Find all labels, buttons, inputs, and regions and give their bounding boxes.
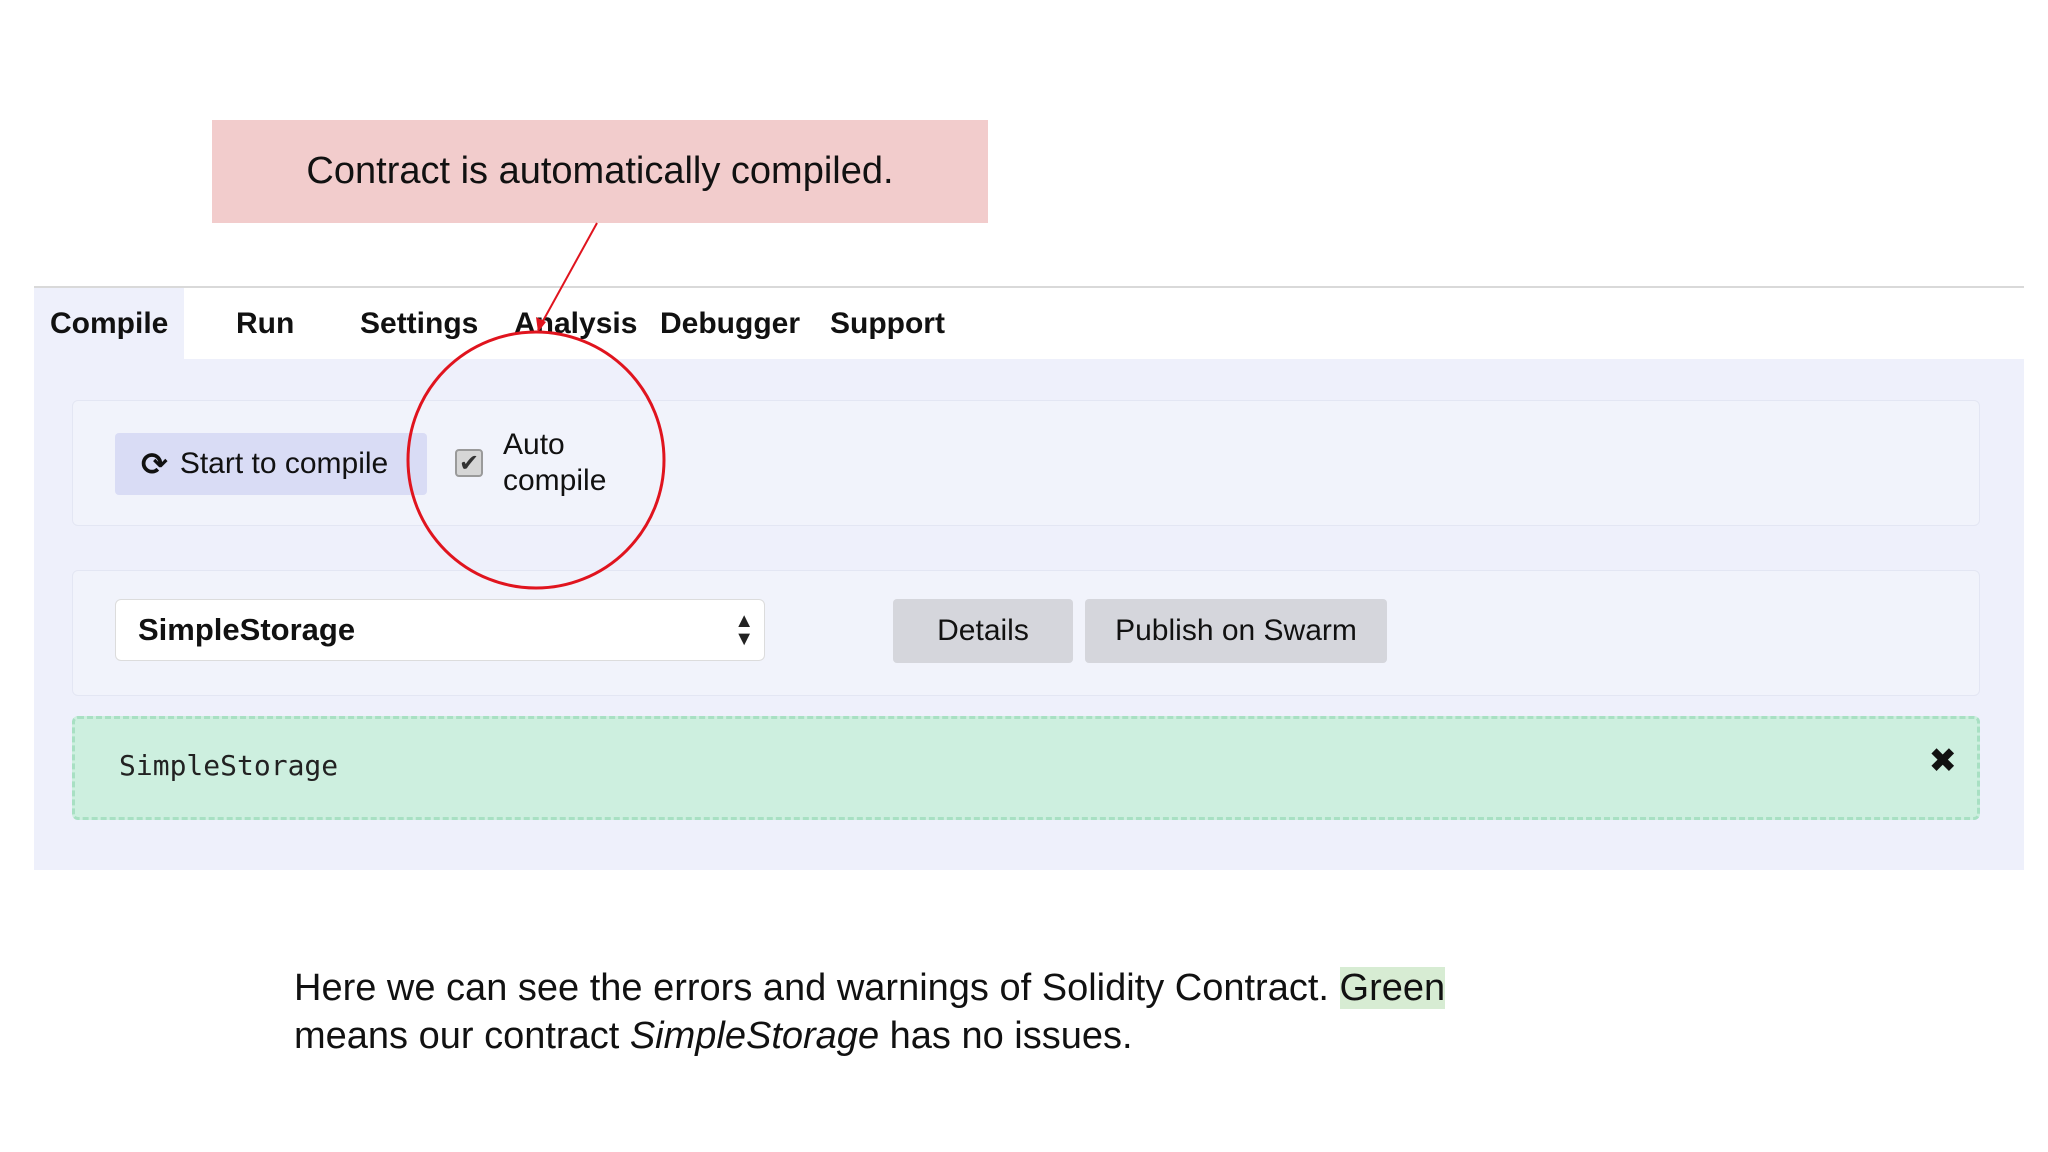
tab-analysis[interactable]: Analysis (514, 288, 637, 359)
tab-label: Analysis (514, 306, 638, 340)
tab-label: Settings (360, 306, 479, 340)
auto-compile-checkbox[interactable]: ✔ (455, 449, 483, 477)
auto-compile-label-line1: Auto (503, 428, 565, 461)
auto-compile-label-line2: compile (503, 464, 607, 497)
caption-text-2: means our contract (294, 1015, 630, 1057)
result-contract-name: SimpleStorage (119, 749, 339, 782)
callout-text: Contract is automatically compiled. (306, 150, 894, 192)
tab-run[interactable]: Run (236, 288, 294, 359)
checkmark-icon: ✔ (458, 449, 480, 477)
tab-settings[interactable]: Settings (360, 288, 478, 359)
slide: Contract is automatically compiled. Comp… (0, 0, 2048, 1152)
tab-support[interactable]: Support (830, 288, 945, 359)
caption-highlight-green: Green (1339, 967, 1446, 1009)
contract-card: SimpleStorage ▲ ▼ Details Publish on Swar… (72, 570, 1980, 696)
tab-label: Debugger (660, 306, 801, 340)
refresh-icon: ⟳ (141, 446, 168, 482)
tab-label: Compile (50, 306, 169, 340)
select-arrows-icon: ▲ ▼ (734, 610, 754, 650)
tab-label: Support (830, 306, 945, 340)
tab-debugger[interactable]: Debugger (660, 288, 800, 359)
start-to-compile-label: Start to compile (179, 447, 389, 480)
caption-text-1: Here we can see the errors and warnings … (294, 967, 1340, 1009)
start-to-compile-button[interactable]: ⟳ Start to compile (115, 433, 427, 495)
caption-italic-contract: SimpleStorage (629, 1015, 880, 1057)
publish-on-swarm-button[interactable]: Publish on Swarm (1085, 599, 1387, 663)
contract-select-value: SimpleStorage (138, 612, 356, 647)
auto-compile-label: Auto compile (503, 427, 633, 499)
contract-select[interactable]: SimpleStorage ▲ ▼ (115, 599, 765, 661)
caption-text-3: has no issues. (879, 1015, 1133, 1057)
details-label: Details (937, 614, 1029, 647)
callout-box: Contract is automatically compiled. (212, 120, 988, 223)
compile-result-success: SimpleStorage ✖ (72, 716, 1980, 820)
remix-compile-panel: Compile Run Settings Analysis Debugger S… (34, 286, 2024, 870)
tab-compile[interactable]: Compile (34, 288, 185, 359)
slide-caption: Here we can see the errors and warnings … (294, 964, 1794, 1060)
details-button[interactable]: Details (893, 599, 1073, 663)
close-icon[interactable]: ✖ (1929, 741, 1958, 781)
tab-label: Run (236, 306, 295, 340)
compile-controls-card: ⟳ Start to compile ✔ Auto compile (72, 400, 1980, 526)
tab-bar: Compile Run Settings Analysis Debugger S… (34, 288, 2024, 359)
publish-label: Publish on Swarm (1115, 614, 1357, 647)
